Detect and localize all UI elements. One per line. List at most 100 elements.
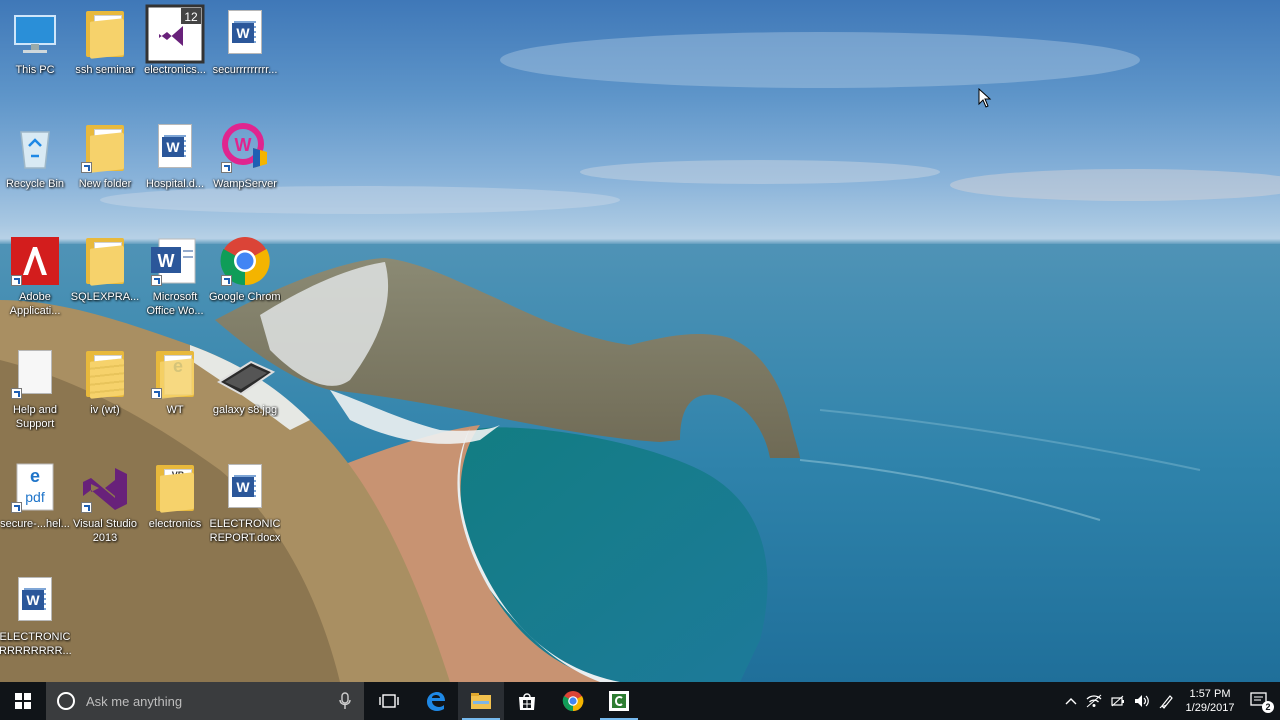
tray-volume-button[interactable]	[1130, 682, 1154, 720]
shortcut-arrow-icon	[81, 162, 92, 173]
icon-glyph	[79, 462, 131, 514]
microphone-icon[interactable]	[338, 692, 352, 710]
chevron-up-icon	[1065, 698, 1077, 705]
wifi-icon	[1086, 694, 1102, 708]
icon-glyph	[9, 348, 61, 400]
taskbar-clock[interactable]: 1:57 PM 1/29/2017	[1180, 687, 1240, 715]
folder-vb-project-icon: VB	[156, 465, 196, 513]
desktop-icon-electronics[interactable]: 12 electronics...	[141, 4, 209, 77]
desktop-icon-electronics[interactable]: VB electronics	[141, 462, 209, 531]
desktop-icon-wt[interactable]: e WT	[141, 348, 209, 417]
clock-date: 1/29/2017	[1185, 702, 1235, 714]
icon-label: This PC	[15, 64, 55, 76]
taskbar-file-explorer[interactable]	[458, 682, 504, 720]
icon-glyph	[9, 235, 61, 287]
taskbar: 1:57 PM 1/29/2017 2	[0, 682, 1280, 720]
blank-document-icon	[18, 350, 52, 394]
folder-icon	[86, 238, 126, 286]
start-button[interactable]	[0, 682, 46, 720]
folder-edge-icon: e	[156, 351, 196, 399]
desktop-icon-help-and-support[interactable]: Help and Support	[1, 348, 69, 431]
clock-time: 1:57 PM	[1189, 688, 1231, 700]
desktop-icon-secure-hel[interactable]: e pdf secure-...hel...	[0, 462, 70, 531]
speaker-icon	[1135, 695, 1149, 707]
desktop-icon-google-chrome[interactable]: Google Chrome	[209, 235, 281, 304]
desktop[interactable]: This PC ssh seminar 12 electronics... Wsecur…	[0, 0, 1280, 682]
icon-label: Hospital.d...	[145, 178, 205, 190]
icon-label: securrrrrrrrr...	[212, 64, 278, 76]
shortcut-arrow-icon	[151, 388, 162, 399]
desktop-icon-new-folder[interactable]: e New folder	[71, 122, 139, 191]
windows-logo-icon	[15, 693, 31, 709]
desktop-icon-electronic-report-docx[interactable]: W ELECTRONIC REPORT.docx	[209, 462, 281, 545]
tray-network-button[interactable]	[1082, 682, 1106, 720]
svg-text:12: 12	[184, 10, 198, 24]
chrome-icon	[562, 691, 584, 712]
desktop-icon-electronic-rrrrrrrr[interactable]: W ELECTRONIC RRRRRRRR...	[0, 575, 71, 658]
tray-battery-button[interactable]	[1106, 682, 1130, 720]
tray-pen-button[interactable]	[1154, 682, 1180, 720]
taskbar-edge[interactable]	[412, 682, 458, 720]
folder-icon	[86, 11, 126, 59]
desktop-icon-iv-wt[interactable]: iv (wt)	[71, 348, 139, 417]
svg-text:W: W	[158, 251, 175, 271]
icon-glyph	[219, 235, 271, 287]
icon-label: electronics	[148, 518, 202, 530]
mouse-cursor-icon	[978, 88, 992, 108]
word-document-icon: W	[228, 464, 262, 508]
word-document-icon: W	[18, 577, 52, 621]
icon-glyph: W	[149, 122, 201, 174]
icon-glyph: e	[149, 348, 201, 400]
icon-label: SQLEXPRA...	[70, 291, 140, 303]
icon-label: WT	[166, 404, 184, 416]
icon-label: Microsoft Office Wo...	[146, 291, 204, 317]
icon-glyph	[217, 348, 276, 400]
icon-glyph: 12	[145, 4, 205, 64]
notification-count-badge: 2	[1262, 701, 1274, 713]
icon-label: Help and Support	[12, 404, 58, 430]
taskbar-store[interactable]	[504, 682, 550, 720]
desktop-icon-galaxy-s8-jpg[interactable]: galaxy s8.jpg	[211, 348, 279, 417]
pen-workspace-icon	[1159, 695, 1173, 709]
shortcut-arrow-icon	[221, 162, 232, 173]
cortana-search-box[interactable]	[46, 682, 364, 720]
icon-label: New folder	[78, 178, 132, 190]
desktop-icon-hospital-d[interactable]: W Hospital.d...	[141, 122, 209, 191]
shortcut-arrow-icon	[151, 275, 162, 286]
task-view-button[interactable]	[366, 682, 412, 720]
folder-document-icon	[86, 351, 126, 399]
icon-label: ELECTRONIC RRRRRRRR...	[0, 631, 71, 657]
icon-label: Google Chrome	[209, 291, 281, 303]
icon-label: ELECTRONIC REPORT.docx	[209, 518, 281, 544]
desktop-icon-this-pc[interactable]: This PC	[1, 8, 69, 77]
power-plug-icon	[1111, 695, 1124, 707]
icon-label: Adobe Applicati...	[9, 291, 61, 317]
taskbar-camtasia[interactable]	[596, 682, 642, 720]
icon-label: ssh seminar	[75, 64, 135, 76]
camtasia-recorder-icon	[609, 691, 629, 711]
cortana-circle-icon	[57, 692, 75, 710]
taskbar-chrome[interactable]	[550, 682, 596, 720]
desktop-icon-recycle-bin[interactable]: Recycle Bin	[1, 122, 69, 191]
this-pc-icon	[14, 15, 56, 53]
task-view-icon	[379, 694, 399, 708]
icon-glyph	[9, 8, 61, 60]
icon-glyph: W	[219, 8, 271, 60]
desktop-icon-ssh-seminar[interactable]: ssh seminar	[71, 8, 139, 77]
edge-icon	[427, 692, 445, 711]
icon-glyph	[79, 8, 131, 60]
desktop-icon-visual-studio-2013[interactable]: Visual Studio 2013	[71, 462, 139, 545]
desktop-icon-wampserver[interactable]: W WampServer	[211, 122, 279, 191]
icon-label: Visual Studio 2013	[72, 518, 137, 544]
icon-glyph: e pdf	[9, 462, 61, 514]
desktop-icon-sqlexpra[interactable]: SQLEXPRA...	[71, 235, 139, 304]
icon-glyph: W	[9, 575, 61, 627]
show-hidden-icons-button[interactable]	[1060, 682, 1082, 720]
action-center-button[interactable]: 2	[1240, 682, 1280, 720]
svg-text:pdf: pdf	[25, 489, 45, 505]
icon-glyph: W	[219, 462, 271, 514]
desktop-icon-microsoft-office-wo[interactable]: W Microsoft Office Wo...	[141, 235, 209, 318]
search-input[interactable]	[84, 692, 338, 710]
desktop-icon-securrrrrrrrr[interactable]: Wsecurrrrrrrrr...	[211, 8, 279, 77]
desktop-icon-adobe-applicati[interactable]: Adobe Applicati...	[1, 235, 69, 318]
